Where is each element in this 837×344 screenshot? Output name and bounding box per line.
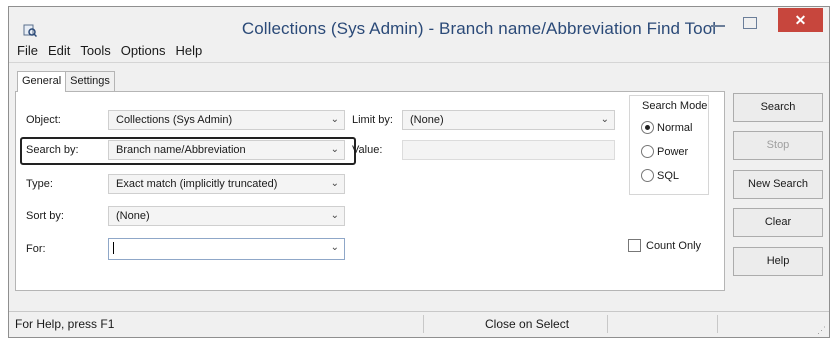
sort-by-label: Sort by: [26,210,64,222]
search-mode-group: Search Mode Normal Power SQL [629,95,709,195]
client-area: General Settings Object: Collections (Sy… [9,62,829,312]
menu-tools[interactable]: Tools [75,41,115,61]
count-only-label: Count Only [646,239,702,252]
chevron-down-icon: ⌄ [330,178,339,189]
for-label: For: [26,243,46,255]
object-label: Object: [26,114,61,126]
for-input[interactable]: ⌄ [108,238,345,260]
sort-by-value: (None) [116,210,150,222]
sort-by-select[interactable]: (None) ⌄ [108,206,345,226]
tab-strip: General Settings [17,71,115,92]
count-only-checkbox[interactable]: Count Only [628,239,701,252]
search-button[interactable]: Search [733,93,823,122]
status-divider [607,315,608,333]
search-by-label: Search by: [26,144,79,156]
type-label: Type: [26,178,53,190]
radio-sql-label: SQL [657,169,680,182]
radio-button-icon [641,145,654,158]
find-tool-window: Collections (Sys Admin) - Branch name/Ab… [8,6,830,338]
chevron-down-icon: ⌄ [330,210,339,221]
general-panel: Object: Collections (Sys Admin) ⌄ Limit … [15,91,725,291]
menu-help[interactable]: Help [171,41,208,61]
chevron-down-icon: ⌄ [330,242,339,253]
type-select[interactable]: Exact match (implicitly truncated) ⌄ [108,174,345,194]
limit-by-label: Limit by: [352,114,393,126]
chevron-down-icon: ⌄ [330,144,339,155]
value-input[interactable] [402,140,615,160]
status-divider [423,315,424,333]
minimize-button[interactable] [703,15,733,37]
radio-button-icon [641,121,654,134]
clear-button[interactable]: Clear [733,208,823,237]
status-bar: For Help, press F1 Close on Select ⋰ [9,311,829,337]
status-close-on-select: Close on Select [485,317,570,331]
new-search-button[interactable]: New Search [733,170,823,199]
menu-bar: File Edit Tools Options Help [9,41,207,61]
object-select[interactable]: Collections (Sys Admin) ⌄ [108,110,345,130]
type-value: Exact match (implicitly truncated) [116,178,278,190]
search-mode-title: Search Mode [642,100,708,112]
chevron-down-icon: ⌄ [330,114,339,125]
checkbox-icon [628,239,641,252]
value-label: Value: [352,144,383,156]
limit-by-value: (None) [410,114,444,126]
text-caret [113,242,114,254]
status-divider [717,315,718,333]
help-button[interactable]: Help [733,247,823,276]
tab-settings[interactable]: Settings [65,71,115,91]
stop-button[interactable]: Stop [733,131,823,160]
limit-by-select[interactable]: (None) ⌄ [402,110,615,130]
menu-file[interactable]: File [9,41,43,61]
resize-grip-icon[interactable]: ⋰ [817,325,827,335]
maximize-button[interactable] [743,17,757,29]
radio-sql[interactable]: SQL [641,169,679,182]
radio-button-icon [641,169,654,182]
radio-normal-label: Normal [657,121,693,134]
tab-general[interactable]: General [17,71,67,92]
search-by-select[interactable]: Branch name/Abbreviation ⌄ [108,140,345,160]
object-select-value: Collections (Sys Admin) [116,114,233,126]
close-icon: ✕ [794,12,807,28]
radio-power-label: Power [657,145,689,158]
status-help-text: For Help, press F1 [15,317,115,331]
search-by-value: Branch name/Abbreviation [116,144,246,156]
minimize-icon [711,25,725,27]
radio-power[interactable]: Power [641,145,688,158]
menu-options[interactable]: Options [116,41,171,61]
radio-normal[interactable]: Normal [641,121,692,134]
chevron-down-icon: ⌄ [600,114,609,125]
close-button[interactable]: ✕ [778,8,823,32]
menu-edit[interactable]: Edit [43,41,75,61]
